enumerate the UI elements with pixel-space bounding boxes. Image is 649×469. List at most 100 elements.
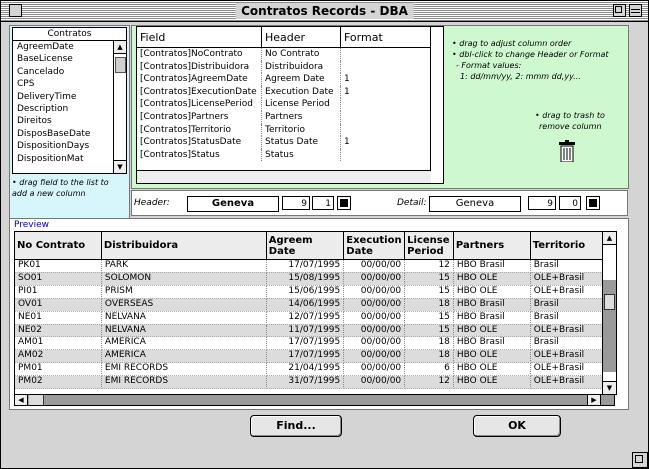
preview-column-header[interactable]: Distribuidora: [101, 232, 267, 260]
detail-size-field[interactable]: 9: [528, 196, 556, 210]
detail-font-label: Detail:: [397, 198, 427, 208]
header-color-swatch[interactable]: [337, 196, 351, 210]
collapse-box-icon[interactable]: [629, 4, 642, 17]
table-cell: 21/04/1995: [266, 362, 345, 377]
table-cell: OLE+Brasil: [530, 285, 603, 299]
preview-column-header-line: Period: [407, 245, 444, 257]
detail-style-field[interactable]: 0: [559, 196, 581, 210]
close-box-icon[interactable]: [9, 4, 22, 17]
table-row[interactable]: PK01 PARK 17/07/1995 00/00/00 12 HBO Brasil Br…: [15, 259, 603, 273]
scroll-left-icon[interactable]: ◀: [15, 395, 28, 405]
table-row[interactable]: SO01 SOLOMON 15/08/1995 00/00/00 15 HBO OLE OL…: [15, 272, 603, 286]
preview-column-header[interactable]: Execution Date: [343, 232, 406, 260]
preview-table[interactable]: No Contrato Distribuidora Agreem Date Execu…: [14, 231, 604, 395]
field-list-item[interactable]: DispositionDays: [13, 140, 113, 152]
field-list-item[interactable]: Description: [13, 103, 113, 115]
table-cell: Brasil: [530, 311, 603, 325]
column-row[interactable]: [Contratos]Distribuidora Distribuidora: [137, 60, 432, 74]
col-header-header: Header: [261, 27, 341, 48]
field-list-item[interactable]: DispositionMat: [13, 153, 113, 165]
preview-hscroll[interactable]: ◀ ▶: [14, 394, 615, 406]
column-table-vscroll[interactable]: [430, 27, 443, 183]
table-cell: PI01: [15, 285, 102, 299]
column-table-hscroll[interactable]: [137, 170, 431, 183]
preview-panel: Preview No Contrato Distribuidora Agreem D…: [9, 218, 629, 410]
resize-handle-icon[interactable]: [632, 452, 648, 468]
table-cell: 14/06/1995: [266, 298, 345, 312]
preview-vscroll[interactable]: ▲ ▼: [602, 231, 617, 395]
field-list-item[interactable]: Direitos: [13, 115, 113, 127]
scroll-up-icon[interactable]: ▲: [114, 41, 126, 54]
detail-color-swatch[interactable]: [586, 196, 600, 210]
header-size-field[interactable]: 9: [282, 196, 310, 210]
table-cell: NELVANA: [101, 324, 267, 338]
scroll-down-icon[interactable]: ▼: [603, 381, 616, 394]
scroll-thumb[interactable]: [115, 57, 126, 73]
scroll-thumb[interactable]: [29, 395, 44, 405]
field-list-item[interactable]: CPS: [13, 78, 113, 90]
table-row[interactable]: OV01 OVERSEAS 14/06/1995 00/00/00 18 HBO Bras…: [15, 298, 603, 312]
column-field-cell: [Contratos]Status: [137, 148, 262, 162]
column-format-cell: [340, 60, 432, 74]
table-row[interactable]: PI01 PRISM 15/06/1995 00/00/00 15 HBO OLE OLE+…: [15, 285, 603, 299]
title-bar[interactable]: Contratos Records - DBA: [1, 1, 648, 22]
scroll-up-icon[interactable]: ▲: [603, 232, 616, 245]
column-header-cell: Partners: [261, 110, 341, 124]
field-list-item[interactable]: Cancelado: [13, 66, 113, 78]
column-header-cell: Execution Date: [261, 85, 341, 99]
table-row[interactable]: NE02 NELVANA 11/07/1995 00/00/00 15 HBO OLE OL…: [15, 324, 603, 338]
column-row[interactable]: [Contratos]AgreemDate Agreem Date 1: [137, 73, 432, 86]
table-cell: OLE+Brasil: [530, 349, 603, 364]
table-cell: 18: [404, 298, 454, 312]
column-format-cell: 1: [340, 85, 432, 99]
header-font-select[interactable]: Geneva: [187, 196, 279, 212]
preview-column-header[interactable]: No Contrato: [15, 232, 102, 260]
column-row[interactable]: [Contratos]Status Status: [137, 148, 432, 162]
table-cell: PARK: [101, 259, 267, 273]
table-cell: 18: [404, 336, 454, 351]
table-cell: 00/00/00: [343, 349, 406, 364]
field-list-item[interactable]: BaseLicense: [13, 53, 113, 65]
column-row[interactable]: [Contratos]Partners Partners: [137, 110, 432, 124]
preview-column-header-line: Execution: [346, 234, 402, 246]
field-list-item[interactable]: AgreemDate: [13, 41, 113, 53]
field-list-scrollbar[interactable]: ▲ ▼: [113, 41, 126, 173]
zoom-box-icon[interactable]: [613, 4, 626, 17]
column-table[interactable]: Field Header Format [Contratos]NoContrat…: [136, 26, 444, 184]
column-row[interactable]: [Contratos]NoContrato No Contrato: [137, 47, 432, 61]
preview-column-header[interactable]: Agreem Date: [266, 232, 345, 260]
field-list-header: Contratos: [13, 28, 126, 41]
find-button[interactable]: Find...: [250, 415, 342, 437]
column-format-cell: 1: [340, 136, 432, 149]
table-cell: EMI RECORDS: [101, 375, 267, 390]
column-row[interactable]: [Contratos]StatusDate Status Date 1: [137, 136, 432, 149]
table-cell: HBO Brasil: [453, 311, 531, 325]
column-row[interactable]: [Contratos]ExecutionDate Execution Date 1: [137, 85, 432, 99]
preview-column-header[interactable]: License Period: [404, 232, 454, 260]
preview-column-header[interactable]: Territorio: [530, 232, 603, 260]
scroll-down-icon[interactable]: ▼: [114, 160, 126, 173]
table-row[interactable]: AM01 AMERICA 17/07/1995 00/00/00 18 HBO Brasi…: [15, 336, 603, 351]
preview-column-header[interactable]: Partners: [453, 232, 531, 260]
preview-column-header-line: Partners: [455, 240, 505, 251]
scroll-thumb[interactable]: [604, 294, 615, 310]
scroll-right-icon[interactable]: ▶: [587, 395, 601, 405]
table-row[interactable]: NE01 NELVANA 12/07/1995 00/00/00 15 HBO Brasi…: [15, 311, 603, 325]
field-list-item[interactable]: DisposBaseDate: [13, 128, 113, 140]
column-row[interactable]: [Contratos]LicensePeriod License Period: [137, 98, 432, 111]
table-cell: NE02: [15, 324, 102, 338]
column-row[interactable]: [Contratos]Territorio Territorio: [137, 123, 432, 137]
table-row[interactable]: PM01 EMI RECORDS 21/04/1995 00/00/00 6 HBO OL…: [15, 362, 603, 377]
field-list[interactable]: Contratos AgreemDate BaseLicense Cancelado…: [12, 27, 127, 174]
ok-button[interactable]: OK: [473, 415, 561, 437]
table-row[interactable]: PM02 EMI RECORDS 31/07/1995 00/00/00 12 HBO O…: [15, 375, 603, 390]
header-style-field[interactable]: 1: [312, 196, 334, 210]
table-cell: HBO OLE: [453, 375, 531, 390]
detail-font-select[interactable]: Geneva: [429, 196, 521, 212]
trash-icon[interactable]: [559, 140, 575, 162]
field-list-item[interactable]: DeliveryTime: [13, 91, 113, 103]
table-row[interactable]: AM02 AMERICA 17/07/1995 00/00/00 18 HBO OLE OL…: [15, 349, 603, 364]
col-header-field: Field: [137, 27, 262, 48]
table-cell: PK01: [15, 259, 102, 273]
preview-column-header-line: License: [407, 234, 450, 246]
